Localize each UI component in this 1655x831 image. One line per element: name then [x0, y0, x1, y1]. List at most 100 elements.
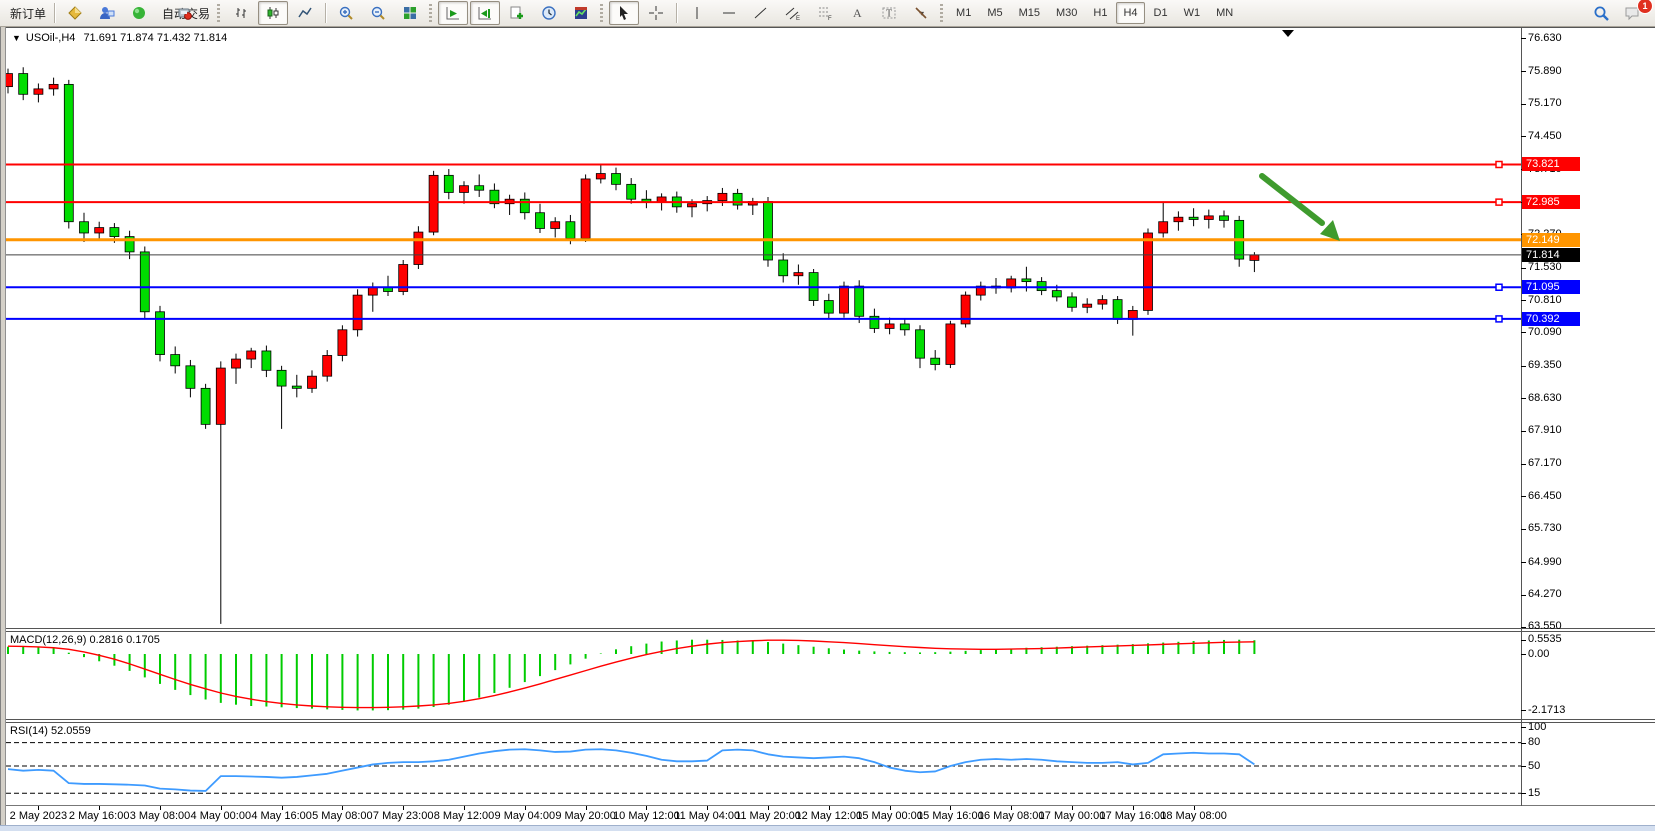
notifications-button[interactable]: 1 — [1618, 1, 1648, 25]
search-icon — [1593, 5, 1610, 22]
text-icon: A — [849, 5, 865, 21]
fibonacci-button[interactable]: F — [810, 1, 840, 25]
zoom-in-button[interactable] — [331, 1, 361, 25]
equidistant-channel-icon: E — [785, 5, 801, 21]
price-level-badge: 70.392 — [1522, 312, 1580, 326]
timeframe-button-H4[interactable]: H4 — [1116, 2, 1144, 24]
new-order-button[interactable]: 新订单 — [4, 1, 49, 25]
svg-text:A: A — [853, 6, 862, 20]
rsi-tick-mark — [1521, 727, 1526, 728]
chart-shift-button[interactable] — [470, 1, 500, 25]
time-tick-label: 11 May 20:00 — [735, 810, 801, 822]
line-chart-icon — [297, 5, 313, 21]
period-button[interactable]: ▾ — [534, 1, 564, 25]
macd-tick-mark — [1521, 710, 1526, 711]
price-tick-label: 71.530 — [1528, 261, 1562, 273]
timeframe-button-M5[interactable]: M5 — [980, 2, 1009, 24]
svg-text:F: F — [828, 16, 832, 21]
price-chart[interactable] — [6, 28, 1521, 628]
tile-windows-button[interactable] — [395, 1, 425, 25]
auto-scroll-button[interactable] — [438, 1, 468, 25]
new-indicator-button[interactable]: ▾ — [502, 1, 532, 25]
time-tick-label: 2 May 16:00 — [69, 810, 130, 822]
right-tools: 1 — [1585, 1, 1649, 25]
equidistant-channel-button[interactable]: E — [778, 1, 808, 25]
macd-tick-mark — [1521, 654, 1526, 655]
price-level-badge: 72.149 — [1522, 233, 1580, 247]
crosshair-button[interactable] — [641, 1, 671, 25]
macd-tick-label: -2.1713 — [1528, 704, 1565, 716]
toolbar-grip — [217, 4, 220, 22]
price-tick-mark — [1521, 595, 1526, 596]
vertical-line-button[interactable] — [682, 1, 712, 25]
price-axis-border — [1521, 28, 1522, 806]
period-icon — [541, 5, 557, 21]
timeframe-button-M15[interactable]: M15 — [1012, 2, 1047, 24]
time-axis-border — [6, 805, 1655, 806]
price-tick-label: 63.550 — [1528, 620, 1562, 632]
timeframe-button-M30[interactable]: M30 — [1049, 2, 1084, 24]
rsi-tick-label: 15 — [1528, 787, 1540, 799]
auto-scroll-icon — [445, 5, 461, 21]
rsi-panel[interactable] — [6, 723, 1521, 805]
chart-properties-button[interactable] — [566, 1, 596, 25]
bar-chart-button[interactable] — [226, 1, 256, 25]
chart-shift-icon — [477, 5, 493, 21]
toolbar-grip — [429, 4, 432, 22]
cursor-button[interactable] — [609, 1, 639, 25]
price-level-badge: 71.814 — [1522, 248, 1580, 262]
rsi-label: RSI(14) 52.0559 — [10, 725, 91, 737]
text-label-icon: T — [881, 5, 897, 21]
search-button[interactable] — [1586, 1, 1616, 25]
price-tick-label: 76.630 — [1528, 32, 1562, 44]
text-label-button[interactable]: T — [874, 1, 904, 25]
toolbar: 新订单 自动交易 — [0, 0, 1655, 27]
timeframe-button-MN[interactable]: MN — [1209, 2, 1240, 24]
rsi-tick-mark — [1521, 766, 1526, 767]
trendline-icon — [753, 5, 769, 21]
price-tick-label: 64.270 — [1528, 588, 1562, 600]
zoom-in-icon — [338, 5, 354, 21]
auto-trading-button[interactable]: 自动交易 — [156, 1, 213, 25]
time-tick-label: 17 May 00:00 — [1039, 810, 1106, 822]
price-tick-label: 65.730 — [1528, 522, 1562, 534]
time-tick-label: 4 May 00:00 — [191, 810, 252, 822]
candlestick-chart-button[interactable] — [258, 1, 288, 25]
svg-text:T: T — [886, 9, 892, 20]
rsi-tick-label: 80 — [1528, 736, 1540, 748]
arrows-button[interactable]: ▾ — [906, 1, 936, 25]
time-tick-label: 18 May 08:00 — [1160, 810, 1227, 822]
panel-separator[interactable] — [6, 719, 1655, 720]
panel-separator[interactable] — [6, 628, 1655, 629]
autotrade-robot-icon — [177, 5, 193, 21]
horizontal-line-button[interactable] — [714, 1, 744, 25]
macd-panel[interactable] — [6, 632, 1521, 719]
line-chart-button[interactable] — [290, 1, 320, 25]
vertical-line-icon — [689, 5, 705, 21]
macd-tick-label: 0.00 — [1528, 648, 1549, 660]
timeframe-button-W1[interactable]: W1 — [1177, 2, 1208, 24]
timeframe-button-D1[interactable]: D1 — [1147, 2, 1175, 24]
timeframe-button-H1[interactable]: H1 — [1086, 2, 1114, 24]
time-tick-label: 9 May 20:00 — [555, 810, 616, 822]
timeframe-button-M1[interactable]: M1 — [949, 2, 978, 24]
price-tick-mark — [1521, 38, 1526, 39]
trendline-button[interactable] — [746, 1, 776, 25]
signals-icon — [131, 5, 147, 21]
market-watch-button[interactable] — [92, 1, 122, 25]
signals-button[interactable] — [124, 1, 154, 25]
mt4-window: 新订单 自动交易 — [0, 0, 1655, 831]
chart-title: ▼ USOil-,H4 71.691 71.874 71.432 71.814 — [12, 32, 227, 44]
notification-badge: 1 — [1637, 0, 1653, 14]
cursor-icon — [616, 5, 632, 21]
rsi-tick-label: 50 — [1528, 760, 1540, 772]
price-tick-label: 67.910 — [1528, 424, 1562, 436]
bar-chart-icon — [233, 5, 249, 21]
macd-tick-label: 0.5535 — [1528, 633, 1562, 645]
price-tick-mark — [1521, 268, 1526, 269]
text-button[interactable]: A — [842, 1, 872, 25]
time-tick-label: 8 May 12:00 — [434, 810, 495, 822]
charts-button[interactable] — [60, 1, 90, 25]
price-tick-mark — [1521, 332, 1526, 333]
zoom-out-button[interactable] — [363, 1, 393, 25]
